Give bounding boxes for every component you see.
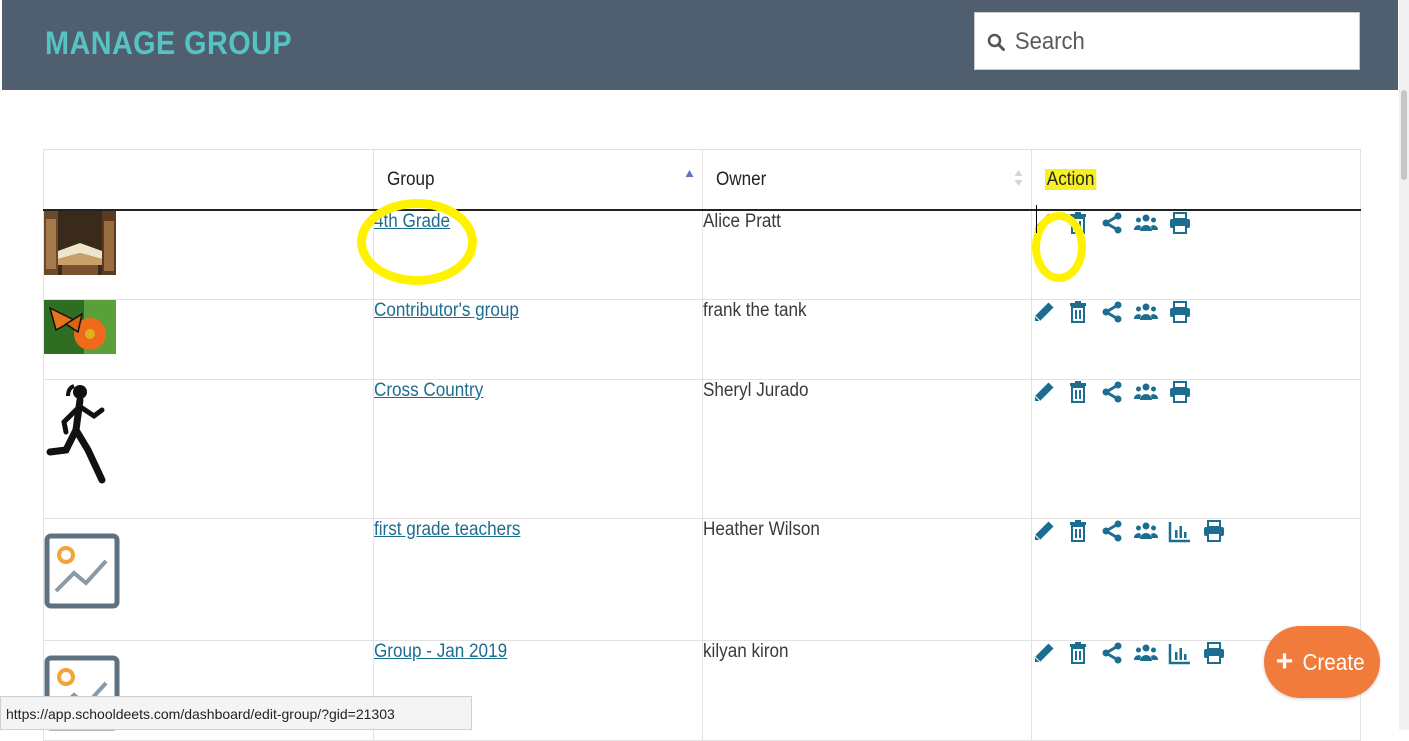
group-link[interactable]: 4th Grade: [374, 211, 450, 233]
share-icon[interactable]: [1100, 641, 1124, 665]
search-input[interactable]: [1013, 13, 1321, 71]
edit-icon[interactable]: [1032, 300, 1056, 324]
link-status-bar: https://app.schooldeets.com/dashboard/ed…: [0, 696, 472, 730]
table-row: Cross Country Sheryl Jurado: [43, 378, 1361, 519]
owner-name: Heather Wilson: [703, 518, 820, 540]
report-icon[interactable]: [1168, 519, 1192, 543]
members-icon[interactable]: [1134, 641, 1158, 665]
plus-icon: +: [1275, 645, 1294, 678]
group-image-butterfly: [44, 299, 116, 354]
members-icon[interactable]: [1134, 300, 1158, 324]
group-image-runner: [46, 383, 106, 483]
table-row: 4th Grade Alice Pratt: [43, 209, 1361, 300]
table-header-row: Group Owner Action: [43, 149, 1361, 211]
sort-both-icon[interactable]: [1014, 168, 1023, 188]
search-box[interactable]: [974, 12, 1360, 71]
delete-icon[interactable]: [1066, 300, 1090, 324]
column-header-label: Owner: [716, 169, 767, 190]
create-button[interactable]: + Create: [1264, 626, 1380, 698]
members-icon[interactable]: [1134, 380, 1158, 404]
owner-name: frank the tank: [703, 299, 807, 321]
column-header-image: [43, 149, 374, 211]
groups-table: Group Owner Action 4th Grade Alice Pratt…: [43, 149, 1361, 741]
print-icon[interactable]: [1168, 380, 1192, 404]
owner-name: Alice Pratt: [703, 211, 781, 232]
column-header-label: Action: [1045, 169, 1097, 190]
text-cursor: [1036, 205, 1037, 233]
print-icon[interactable]: [1202, 641, 1226, 665]
search-icon: [987, 33, 1005, 51]
print-icon[interactable]: [1168, 300, 1192, 324]
scrollbar-thumb[interactable]: [1401, 90, 1407, 180]
report-icon[interactable]: [1168, 641, 1192, 665]
column-header-action: Action: [1031, 149, 1361, 211]
sort-ascending-icon[interactable]: [685, 168, 694, 188]
group-link[interactable]: first grade teachers: [374, 519, 520, 541]
image-placeholder-icon: [44, 533, 120, 608]
edit-icon[interactable]: [1032, 519, 1056, 543]
share-icon[interactable]: [1100, 519, 1124, 543]
page-title: MANAGE GROUP: [45, 25, 293, 61]
delete-icon[interactable]: [1066, 380, 1090, 404]
group-link[interactable]: Cross Country: [374, 380, 483, 402]
group-link[interactable]: Group - Jan 2019: [374, 641, 507, 663]
table-row: first grade teachers Heather Wilson: [43, 517, 1361, 641]
delete-icon[interactable]: [1066, 519, 1090, 543]
edit-icon[interactable]: [1032, 641, 1056, 665]
owner-name: Sheryl Jurado: [703, 379, 809, 401]
members-icon[interactable]: [1134, 519, 1158, 543]
delete-icon[interactable]: [1066, 641, 1090, 665]
share-icon[interactable]: [1100, 300, 1124, 324]
edit-icon[interactable]: [1032, 380, 1056, 404]
members-icon[interactable]: [1134, 211, 1158, 235]
group-link[interactable]: Contributor's group: [374, 300, 519, 322]
table-row: Contributor's group frank the tank: [43, 298, 1361, 380]
group-image-books: [44, 211, 116, 275]
share-icon[interactable]: [1100, 380, 1124, 404]
print-icon[interactable]: [1202, 519, 1226, 543]
column-header-owner[interactable]: Owner: [702, 149, 1032, 211]
create-button-label: Create: [1302, 648, 1365, 675]
owner-name: kilyan kiron: [703, 640, 789, 662]
column-header-label: Group: [387, 169, 435, 190]
print-icon[interactable]: [1168, 211, 1192, 235]
page-scrollbar[interactable]: [1399, 0, 1409, 730]
column-header-group[interactable]: Group: [373, 149, 703, 211]
share-icon[interactable]: [1100, 211, 1124, 235]
app-header: MANAGE GROUP: [2, 0, 1398, 90]
delete-icon[interactable]: [1066, 211, 1090, 235]
